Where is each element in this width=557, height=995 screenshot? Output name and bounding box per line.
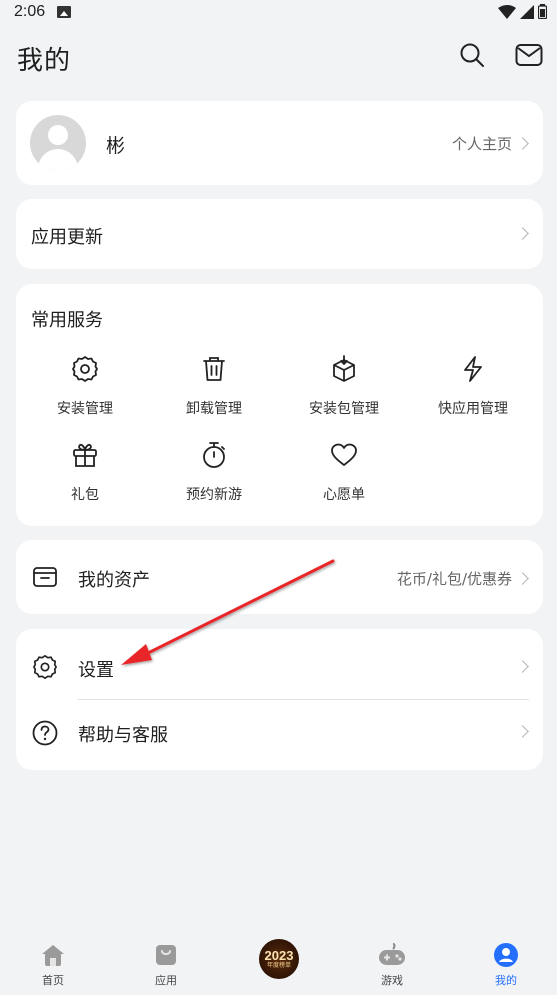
- service-quick-app-manage[interactable]: 快应用管理: [413, 352, 533, 418]
- avatar[interactable]: [30, 115, 86, 171]
- status-icons: [498, 4, 547, 19]
- service-label: 安装管理: [57, 401, 113, 417]
- settings-label: 设置: [78, 660, 114, 681]
- chevron-right-icon: [516, 227, 529, 240]
- tab-apps[interactable]: 应用: [131, 941, 201, 988]
- status-bar: 2:06: [0, 0, 557, 24]
- service-label: 预约新游: [186, 487, 242, 503]
- trash-icon: [203, 357, 225, 381]
- assets-detail: 花币/礼包/优惠券: [396, 570, 512, 588]
- bottom-tab-bar: 首页 应用 2023 年度榜单 游戏 我的: [0, 935, 557, 995]
- my-assets-row[interactable]: 我的资产 花币/礼包/优惠券: [16, 540, 543, 614]
- chevron-right-icon: [516, 660, 529, 673]
- common-services-card: 常用服务 安装管理 卸载管理 安装包管理 快应用管理 礼包 预约新游 心愿单: [16, 284, 543, 526]
- app-update-label: 应用更新: [31, 227, 103, 248]
- wallet-icon: [33, 567, 57, 587]
- wifi-icon: [498, 4, 516, 19]
- tab-label: 应用: [155, 974, 177, 987]
- user-profile-icon: [494, 943, 518, 967]
- service-label: 安装包管理: [309, 401, 379, 417]
- tab-home[interactable]: 首页: [18, 941, 88, 988]
- heart-icon: [331, 443, 357, 466]
- gear-icon: [33, 655, 57, 679]
- service-label: 卸载管理: [186, 401, 242, 417]
- tab-games[interactable]: 游戏: [357, 941, 427, 988]
- badge-subtitle: 年度榜单: [266, 962, 291, 969]
- cell-signal-icon: [520, 4, 534, 19]
- page-title: 我的: [17, 45, 72, 76]
- chevron-right-icon: [516, 572, 529, 585]
- services-title: 常用服务: [31, 310, 103, 331]
- personal-home-label: 个人主页: [451, 135, 512, 153]
- service-package-manage[interactable]: 安装包管理: [284, 352, 404, 418]
- tab-mine[interactable]: 我的: [471, 941, 541, 988]
- battery-icon: [538, 4, 547, 19]
- user-name: 彬: [106, 135, 126, 157]
- image-notification-icon: [57, 6, 72, 18]
- divider: [78, 699, 529, 700]
- my-assets-label: 我的资产: [78, 570, 150, 591]
- tab-label: 我的: [495, 974, 517, 987]
- status-time: 2:06: [14, 3, 46, 20]
- page-header: 我的: [0, 36, 557, 80]
- tab-label: 首页: [42, 974, 64, 987]
- service-reserve-new-games[interactable]: 预约新游: [154, 438, 274, 504]
- service-uninstall-manage[interactable]: 卸载管理: [154, 352, 274, 418]
- service-gift[interactable]: 礼包: [25, 438, 145, 504]
- badge-year: 2023: [264, 947, 294, 963]
- package-icon: [333, 355, 355, 382]
- service-wishlist[interactable]: 心愿单: [284, 438, 404, 504]
- chevron-right-icon: [516, 137, 529, 150]
- help-label: 帮助与客服: [78, 725, 168, 746]
- service-label: 礼包: [71, 487, 99, 503]
- service-label: 心愿单: [323, 487, 365, 503]
- gear-icon: [72, 356, 98, 382]
- stopwatch-icon: [203, 442, 225, 468]
- personal-home-link[interactable]: 个人主页: [451, 133, 529, 154]
- shopping-bag-icon: [156, 945, 176, 965]
- mail-icon[interactable]: [515, 42, 543, 68]
- profile-card[interactable]: 彬 个人主页: [16, 101, 543, 185]
- chevron-right-icon: [516, 725, 529, 738]
- settings-card: 设置 帮助与客服: [16, 629, 543, 770]
- lightning-icon: [464, 356, 482, 382]
- gamepad-icon: [379, 943, 405, 965]
- gift-icon: [73, 443, 97, 467]
- app-update-row[interactable]: 应用更新: [16, 199, 543, 269]
- tab-label: 游戏: [381, 974, 403, 987]
- tab-2023-annual-ranking[interactable]: 2023 年度榜单: [244, 939, 314, 979]
- annual-ranking-badge: 2023 年度榜单: [259, 939, 299, 979]
- service-install-manage[interactable]: 安装管理: [25, 352, 145, 418]
- service-label: 快应用管理: [438, 401, 508, 417]
- search-icon[interactable]: [459, 42, 485, 68]
- help-icon: [32, 720, 58, 746]
- home-icon: [42, 945, 64, 966]
